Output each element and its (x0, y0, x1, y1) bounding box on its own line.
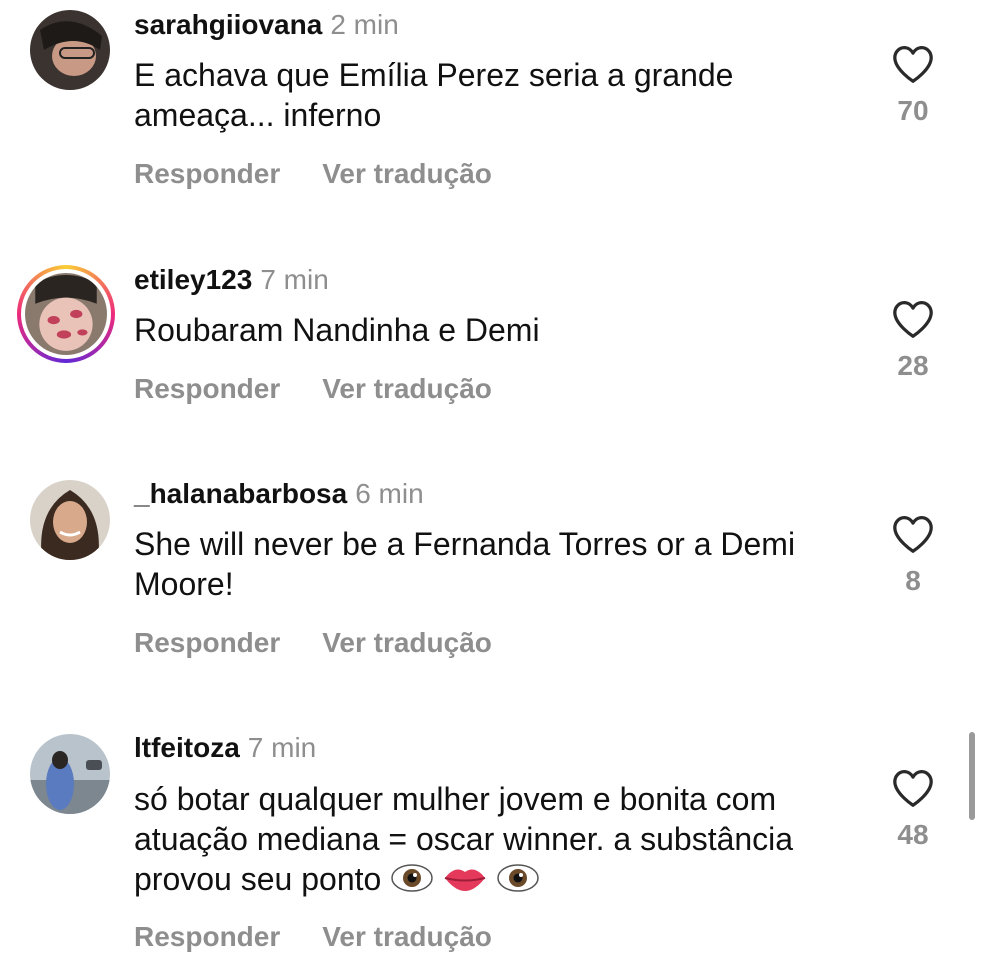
comment-actions: Responder Ver tradução (134, 920, 492, 954)
comment-time: 2 min (330, 9, 399, 40)
comment-time: 7 min (247, 732, 317, 763)
see-translation-button[interactable]: Ver tradução (322, 158, 492, 189)
reply-button[interactable]: Responder (134, 627, 280, 658)
see-translation-button[interactable]: Ver tradução (322, 373, 492, 404)
comment-text: She will never be a Fernanda Torres or a… (134, 526, 796, 602)
see-translation-button[interactable]: Ver tradução (322, 627, 492, 658)
avatar-image (25, 273, 107, 355)
like-column: 48 (884, 768, 942, 852)
comment-meta: _halanabarbosa 6 min (134, 477, 424, 511)
scrollbar-thumb[interactable] (969, 732, 975, 820)
like-count: 70 (897, 95, 929, 126)
like-column: 28 (884, 299, 942, 383)
avatar-image (30, 734, 110, 814)
heart-outline-icon[interactable] (891, 44, 935, 84)
like-column: 70 (884, 44, 942, 128)
comment-text: Roubaram Nandinha e Demi (134, 312, 540, 348)
comment-actions: Responder Ver tradução (134, 372, 492, 406)
heart-outline-icon[interactable] (891, 514, 935, 554)
username[interactable]: sarahgiiovana (134, 9, 322, 40)
comment-text: só botar qualquer mulher jovem e bonita … (134, 779, 854, 902)
eyes-emoji-icon (390, 862, 434, 902)
comment-actions: Responder Ver tradução (134, 626, 492, 660)
like-count: 28 (897, 350, 929, 381)
eyes-emoji-icon (496, 862, 540, 902)
avatar-image (30, 10, 110, 90)
like-count: 48 (897, 819, 929, 850)
comment-text: E achava que Emília Perez seria a grande… (134, 57, 734, 133)
reply-button[interactable]: Responder (134, 373, 280, 404)
comment-actions: Responder Ver tradução (134, 157, 492, 191)
avatar[interactable] (30, 10, 110, 90)
comment-time: 7 min (260, 264, 329, 295)
comment-meta: etiley123 7 min (134, 263, 329, 297)
heart-outline-icon[interactable] (891, 768, 935, 808)
comment-meta: ltfeitoza 7 min (134, 731, 316, 765)
heart-outline-icon[interactable] (891, 299, 935, 339)
comment-time: 6 min (355, 478, 424, 509)
like-column: 8 (884, 514, 942, 598)
avatar[interactable] (30, 734, 110, 814)
username[interactable]: ltfeitoza (134, 732, 240, 763)
username[interactable]: _halanabarbosa (134, 478, 347, 509)
username[interactable]: etiley123 (134, 264, 252, 295)
avatar-image (30, 480, 110, 560)
see-translation-button[interactable]: Ver tradução (322, 921, 492, 952)
lips-emoji-icon (443, 862, 487, 902)
like-count: 8 (905, 565, 921, 596)
comment-meta: sarahgiiovana 2 min (134, 8, 399, 42)
avatar[interactable] (30, 480, 110, 560)
avatar-with-story-ring[interactable] (17, 265, 115, 363)
reply-button[interactable]: Responder (134, 158, 280, 189)
avatar (21, 269, 111, 359)
reply-button[interactable]: Responder (134, 921, 280, 952)
